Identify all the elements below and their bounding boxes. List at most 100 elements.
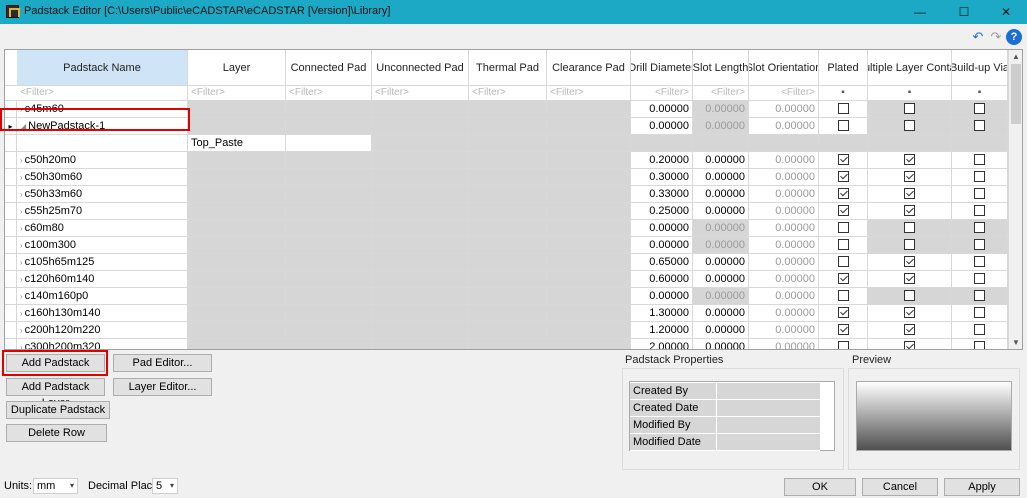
- cell-multi[interactable]: [868, 203, 952, 219]
- cell-buildup[interactable]: [952, 254, 1008, 270]
- buildup-checkbox[interactable]: [974, 340, 985, 349]
- cell-name[interactable]: [17, 135, 188, 151]
- buildup-checkbox[interactable]: [974, 204, 985, 216]
- cell-layer[interactable]: [188, 186, 286, 202]
- cell-thermal[interactable]: [469, 322, 547, 338]
- cell-plated[interactable]: [819, 118, 868, 134]
- cell-slot-len[interactable]: 0.00000: [693, 305, 749, 321]
- cell-layer[interactable]: Top_Paste: [188, 135, 286, 151]
- cell-plated[interactable]: [819, 152, 868, 168]
- padstack-grid[interactable]: Padstack Name Layer Connected Pad Unconnect…: [4, 49, 1023, 350]
- cell-buildup[interactable]: [952, 135, 1008, 151]
- cell-unconnected[interactable]: [372, 203, 469, 219]
- cell-plated[interactable]: [819, 186, 868, 202]
- cell-clearance[interactable]: [547, 305, 631, 321]
- table-row[interactable]: › c55h25m70 0.25000 0.00000 0.00000: [5, 203, 1008, 220]
- cell-layer[interactable]: [188, 237, 286, 253]
- cell-slot-orient[interactable]: 0.00000: [749, 118, 819, 134]
- cell-connected[interactable]: [286, 203, 372, 219]
- plated-checkbox[interactable]: [837, 119, 849, 131]
- cell-multi[interactable]: [868, 220, 952, 236]
- row-header[interactable]: [5, 305, 17, 321]
- cell-clearance[interactable]: [547, 254, 631, 270]
- expand-icon[interactable]: ›: [20, 326, 23, 335]
- cell-slot-orient[interactable]: 0.00000: [749, 237, 819, 253]
- duplicate-padstack-button[interactable]: Duplicate Padstack: [6, 401, 110, 419]
- cell-slot-orient[interactable]: 0.00000: [749, 101, 819, 117]
- table-row[interactable]: › c60m80 0.00000 0.00000 0.00000: [5, 220, 1008, 237]
- cell-thermal[interactable]: [469, 220, 547, 236]
- expand-icon[interactable]: ›: [20, 207, 23, 216]
- plated-checkbox[interactable]: [837, 102, 849, 114]
- plated-checkbox[interactable]: [837, 238, 849, 250]
- column-header-slot-len[interactable]: Slot Length: [693, 50, 749, 85]
- cell-multi[interactable]: [868, 237, 952, 253]
- cell-buildup[interactable]: [952, 271, 1008, 287]
- plated-checkbox[interactable]: [837, 289, 849, 301]
- multi-checkbox[interactable]: [904, 119, 915, 131]
- row-header[interactable]: [5, 237, 17, 253]
- multi-checkbox[interactable]: [904, 238, 915, 250]
- multi-checkbox[interactable]: [904, 272, 915, 284]
- cell-name[interactable]: › c105h65m125: [17, 254, 188, 270]
- filter-cell-unconnected[interactable]: <Filter>: [372, 86, 469, 100]
- cell-layer[interactable]: [188, 203, 286, 219]
- filter-cell-slot-orient[interactable]: <Filter>: [749, 86, 819, 100]
- filter-cell-thermal[interactable]: <Filter>: [469, 86, 547, 100]
- cell-name[interactable]: › c160h130m140: [17, 305, 188, 321]
- cell-connected[interactable]: [286, 118, 372, 134]
- column-header-slot-orient[interactable]: Slot Orientation: [749, 50, 819, 85]
- cell-drill[interactable]: 0.20000: [631, 152, 693, 168]
- cell-name[interactable]: › c50h30m60: [17, 169, 188, 185]
- cancel-button[interactable]: Cancel: [862, 478, 938, 496]
- cell-plated[interactable]: [819, 220, 868, 236]
- column-header-buildup[interactable]: Build-up Via: [952, 50, 1008, 85]
- cell-slot-orient[interactable]: 0.00000: [749, 339, 819, 349]
- cell-slot-orient[interactable]: 0.00000: [749, 203, 819, 219]
- table-row[interactable]: › c160h130m140 1.30000 0.00000 0.00000: [5, 305, 1008, 322]
- cell-layer[interactable]: [188, 288, 286, 304]
- cell-clearance[interactable]: [547, 220, 631, 236]
- buildup-checkbox[interactable]: [974, 306, 985, 318]
- cell-slot-orient[interactable]: 0.00000: [749, 322, 819, 338]
- cell-layer[interactable]: [188, 118, 286, 134]
- cell-buildup[interactable]: [952, 288, 1008, 304]
- cell-name[interactable]: › c200h120m220: [17, 322, 188, 338]
- table-row[interactable]: › c50h20m0 0.20000 0.00000 0.00000: [5, 152, 1008, 169]
- cell-name[interactable]: › c55h25m70: [17, 203, 188, 219]
- cell-thermal[interactable]: [469, 237, 547, 253]
- expand-icon[interactable]: ›: [20, 156, 23, 165]
- cell-buildup[interactable]: [952, 118, 1008, 134]
- cell-connected[interactable]: [286, 186, 372, 202]
- cell-slot-len[interactable]: 0.00000: [693, 271, 749, 287]
- buildup-checkbox[interactable]: [974, 272, 985, 284]
- cell-slot-orient[interactable]: 0.00000: [749, 288, 819, 304]
- cell-plated[interactable]: [819, 305, 868, 321]
- expand-icon[interactable]: ›: [20, 292, 23, 301]
- cell-name[interactable]: › c60m80: [17, 220, 188, 236]
- cell-layer[interactable]: [188, 152, 286, 168]
- cell-slot-len[interactable]: 0.00000: [693, 339, 749, 349]
- cell-unconnected[interactable]: [372, 271, 469, 287]
- cell-multi[interactable]: [868, 305, 952, 321]
- cell-drill[interactable]: 0.00000: [631, 237, 693, 253]
- minimize-button[interactable]: —: [902, 0, 938, 24]
- cell-drill[interactable]: 0.65000: [631, 254, 693, 270]
- table-row[interactable]: › c300h200m320 2.00000 0.00000 0.00000: [5, 339, 1008, 349]
- buildup-checkbox[interactable]: [974, 119, 985, 131]
- column-header-plated[interactable]: Plated: [819, 50, 868, 85]
- row-header[interactable]: [5, 322, 17, 338]
- cell-plated[interactable]: [819, 135, 868, 151]
- column-header-drill[interactable]: Drill Diameter: [631, 50, 693, 85]
- undo-icon[interactable]: ↶: [970, 29, 986, 45]
- cell-slot-len[interactable]: 0.00000: [693, 186, 749, 202]
- cell-layer[interactable]: [188, 254, 286, 270]
- cell-drill[interactable]: [631, 135, 693, 151]
- plated-checkbox[interactable]: [837, 255, 849, 267]
- filter-cell-name[interactable]: <Filter>: [17, 86, 188, 100]
- expand-icon[interactable]: ›: [20, 343, 23, 349]
- table-row[interactable]: › c50h33m60 0.33000 0.00000 0.00000: [5, 186, 1008, 203]
- column-header-multi[interactable]: Multiple Layer Contact: [868, 50, 952, 85]
- cell-thermal[interactable]: [469, 254, 547, 270]
- cell-thermal[interactable]: [469, 271, 547, 287]
